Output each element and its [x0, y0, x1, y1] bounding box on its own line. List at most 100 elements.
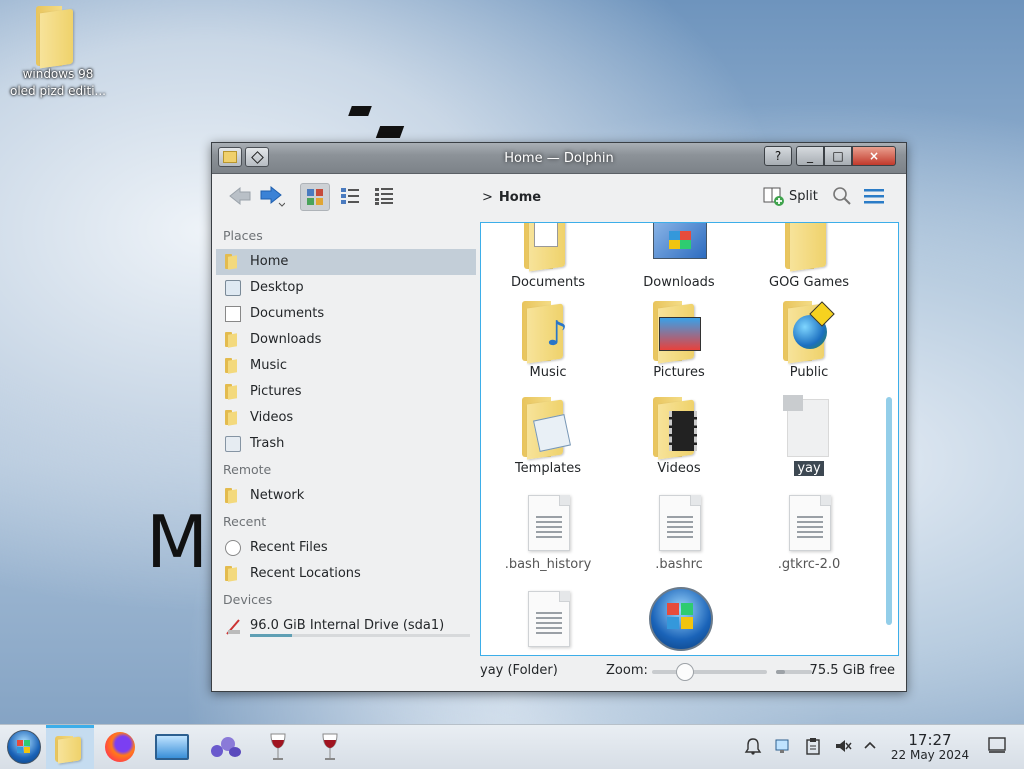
text-file-icon — [516, 491, 580, 555]
places-item-music[interactable]: Music — [216, 353, 476, 379]
file-item-videos[interactable]: Videos — [619, 395, 739, 476]
public-folder-icon — [777, 299, 841, 364]
places-item-home[interactable]: Home — [216, 249, 476, 275]
forward-button[interactable] — [258, 183, 286, 209]
zoom-label: Zoom: — [606, 663, 648, 678]
places-item-label: Downloads — [250, 332, 322, 347]
places-item-label: Home — [250, 254, 289, 269]
selection-status: yay (Folder) — [480, 663, 558, 678]
maximize-button[interactable]: □ — [824, 146, 852, 166]
breadcrumb-home[interactable]: Home — [499, 190, 541, 205]
music-folder-icon — [225, 358, 241, 374]
status-bar: yay (Folder) Zoom: 75.5 GiB free — [480, 659, 897, 683]
file-item-image[interactable] — [619, 587, 739, 653]
recent-locations-icon — [225, 566, 241, 582]
file-item-pictures[interactable]: Pictures — [619, 299, 739, 380]
task-firefox[interactable] — [96, 725, 144, 769]
places-item-drive[interactable]: 96.0 GiB Internal Drive (sda1) — [216, 613, 476, 639]
places-item-documents[interactable]: Documents — [216, 301, 476, 327]
file-item-yay[interactable]: yay — [749, 395, 869, 476]
places-item-network[interactable]: Network — [216, 483, 476, 509]
network-status-icon[interactable] — [774, 737, 792, 759]
file-item-bashrc[interactable]: .bashrc — [619, 491, 739, 572]
clipboard-icon[interactable] — [805, 737, 821, 759]
file-item-documents[interactable]: Documents — [488, 223, 608, 290]
notifications-icon[interactable] — [744, 737, 762, 759]
chevron-up-icon[interactable] — [862, 737, 878, 757]
wine-glass-icon — [322, 733, 338, 760]
videos-folder-icon — [647, 395, 711, 460]
zoom-slider[interactable] — [652, 663, 767, 681]
task-wine-1[interactable] — [254, 725, 302, 769]
taskbar: 17:27 22 May 2024 — [0, 724, 1024, 769]
chevron-right-icon: > — [482, 190, 493, 205]
free-space-bar — [776, 670, 812, 674]
places-item-pictures[interactable]: Pictures — [216, 379, 476, 405]
drive-usage-bar — [250, 634, 470, 637]
folder-icon — [777, 223, 841, 273]
minimize-button[interactable]: _ — [796, 146, 824, 166]
windows-logo-icon — [647, 587, 713, 651]
file-item-templates[interactable]: Templates — [488, 395, 608, 476]
task-wine-2[interactable] — [306, 725, 354, 769]
folder-icon — [55, 735, 85, 764]
drive-icon — [225, 618, 241, 635]
details-view-icon — [375, 188, 393, 205]
icons-view-button[interactable] — [300, 183, 330, 211]
title-bar[interactable]: Home — Dolphin ? _ □ × — [212, 143, 906, 174]
desktop-folder-icon[interactable]: windows 98 oled pizd editi... — [8, 6, 108, 100]
help-button[interactable]: ? — [764, 146, 792, 166]
arrow-right-icon — [260, 185, 285, 207]
file-view[interactable]: Documents Downloads GOG Games ♪ Music Pi… — [480, 222, 899, 656]
breadcrumb[interactable]: > Home — [482, 190, 541, 205]
show-desktop-icon — [988, 737, 1006, 753]
file-item-music[interactable]: ♪ Music — [488, 299, 608, 380]
downloads-folder-icon — [647, 223, 711, 273]
file-item-public[interactable]: Public — [749, 299, 869, 380]
file-item-gog-games[interactable]: GOG Games — [749, 223, 869, 290]
firefox-icon — [105, 732, 135, 762]
file-item-gtkrc[interactable]: .gtkrc-2.0 — [749, 491, 869, 572]
back-button[interactable] — [226, 183, 254, 209]
file-item-downloads[interactable]: Downloads — [619, 223, 739, 290]
places-item-label: Trash — [250, 436, 285, 451]
text-file-icon — [777, 491, 841, 555]
places-item-desktop[interactable]: Desktop — [216, 275, 476, 301]
clock[interactable]: 17:27 22 May 2024 — [890, 732, 970, 763]
places-item-recent-locations[interactable]: Recent Locations — [216, 561, 476, 587]
scrollbar[interactable] — [886, 397, 892, 625]
task-system-settings[interactable] — [148, 725, 196, 769]
documents-folder-icon — [516, 223, 580, 273]
desktop-icon-label: windows 98 oled pizd editi... — [10, 67, 106, 98]
close-button[interactable]: × — [852, 146, 896, 166]
grid-view-icon — [307, 189, 323, 205]
music-folder-icon: ♪ — [516, 299, 580, 364]
places-item-videos[interactable]: Videos — [216, 405, 476, 431]
zoom-slider-handle[interactable] — [676, 663, 694, 681]
places-panel: Places Home Desktop Documents Downloads … — [216, 223, 476, 651]
compact-view-button[interactable] — [336, 183, 364, 209]
places-item-downloads[interactable]: Downloads — [216, 327, 476, 353]
places-item-recent-files[interactable]: Recent Files — [216, 535, 476, 561]
details-view-button[interactable] — [370, 183, 398, 209]
split-view-icon — [763, 187, 784, 206]
split-button[interactable]: Split — [763, 186, 818, 206]
volume-muted-icon[interactable] — [834, 737, 852, 759]
task-app[interactable] — [202, 725, 250, 769]
places-item-label: Network — [250, 488, 305, 503]
text-file-icon — [647, 491, 711, 555]
section-devices: Devices — [223, 592, 273, 607]
hamburger-menu-button[interactable] — [864, 188, 884, 208]
search-button[interactable] — [832, 186, 852, 210]
file-item-bash-history[interactable]: .bash_history — [488, 491, 608, 572]
places-item-trash[interactable]: Trash — [216, 431, 476, 457]
toolbar: > Home Split — [212, 174, 906, 218]
folder-icon — [36, 6, 80, 69]
desktop-icon — [225, 280, 241, 296]
section-recent: Recent — [223, 514, 267, 529]
file-item-text[interactable] — [488, 587, 608, 653]
dolphin-window: Home — Dolphin ? _ □ × > Home Split Plac… — [211, 142, 907, 692]
start-button[interactable] — [0, 725, 48, 769]
show-desktop-button[interactable] — [988, 737, 1006, 757]
task-dolphin[interactable] — [46, 725, 94, 769]
